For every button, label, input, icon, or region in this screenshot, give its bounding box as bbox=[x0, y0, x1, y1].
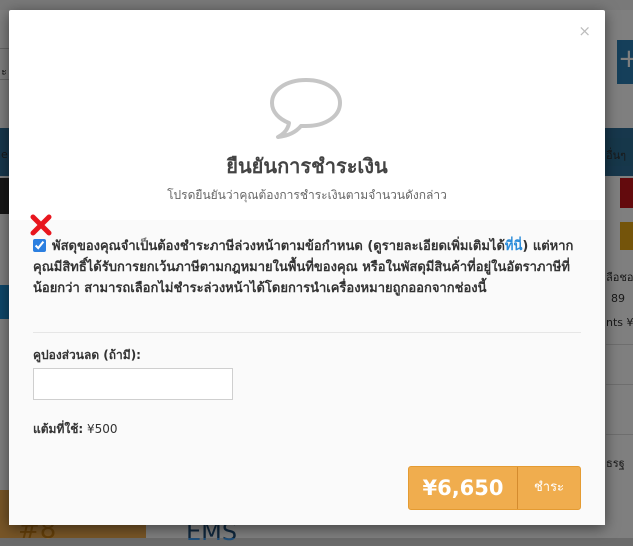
tax-prepay-option: พัสดุของคุณจำเป็นต้องชำระภาษีล่วงหน้าตาม… bbox=[33, 236, 585, 299]
points-label: แต้มที่ใช้: bbox=[33, 422, 84, 436]
modal-subtitle: โปรดยืนยันว่าคุณต้องการชำระเงินตามจำนวนด… bbox=[167, 188, 447, 202]
error-x-icon bbox=[30, 214, 52, 236]
speech-bubble-icon bbox=[270, 78, 342, 139]
pay-amount: ¥6,650 bbox=[422, 476, 504, 500]
tax-text-before: พัสดุของคุณจำเป็นต้องชำระภาษีล่วงหน้าตาม… bbox=[52, 239, 505, 254]
modal-title: ยืนยันการชำระเงิน bbox=[226, 154, 388, 178]
points-used: แต้มที่ใช้: ¥500 bbox=[33, 420, 118, 439]
tax-prepay-checkbox[interactable] bbox=[33, 239, 46, 252]
pay-button[interactable]: ¥6,650 ชำระ bbox=[408, 466, 581, 510]
pay-label: ชำระ bbox=[533, 480, 565, 495]
coupon-input[interactable] bbox=[33, 368, 233, 400]
coupon-label: คูปองส่วนลด (ถ้ามี): bbox=[33, 348, 141, 362]
details-link[interactable]: ที่นี่ bbox=[505, 239, 522, 254]
payment-confirm-modal: × ยืนยันการชำระเงิน โปรดยืนยันว่าคุณต้อง… bbox=[9, 10, 605, 525]
points-value: ¥500 bbox=[86, 422, 118, 436]
close-icon[interactable]: × bbox=[578, 22, 591, 40]
divider bbox=[33, 332, 581, 333]
